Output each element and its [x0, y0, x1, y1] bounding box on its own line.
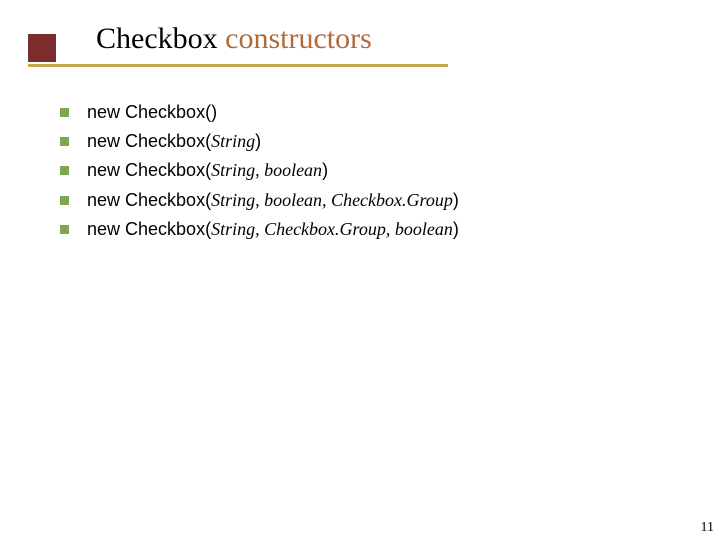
list-item: new Checkbox(String, Checkbox.Group, boo… — [60, 217, 680, 242]
bullet-icon — [60, 225, 69, 234]
sig-prefix: new Checkbox( — [87, 160, 211, 180]
bullet-list: new Checkbox() new Checkbox(String) new … — [60, 100, 680, 246]
sig-suffix: ) — [211, 102, 217, 122]
sig-suffix: ) — [453, 190, 459, 210]
title-decor-square — [28, 34, 56, 62]
sig-args: String, boolean, Checkbox.Group — [211, 190, 453, 210]
sig-args: String — [211, 131, 255, 151]
list-item: new Checkbox(String, boolean) — [60, 158, 680, 183]
constructor-signature: new Checkbox(String, boolean) — [87, 158, 328, 183]
sig-args: String, Checkbox.Group, boolean — [211, 219, 453, 239]
list-item: new Checkbox(String) — [60, 129, 680, 154]
constructor-signature: new Checkbox(String) — [87, 129, 261, 154]
bullet-icon — [60, 108, 69, 117]
title-part1: Checkbox — [96, 22, 218, 55]
constructor-signature: new Checkbox() — [87, 100, 217, 125]
sig-args: String, boolean — [211, 160, 322, 180]
slide: Checkbox constructors new Checkbox() new… — [0, 0, 720, 540]
constructor-signature: new Checkbox(String, Checkbox.Group, boo… — [87, 217, 459, 242]
sig-prefix: new Checkbox( — [87, 190, 211, 210]
sig-prefix: new Checkbox( — [87, 219, 211, 239]
title-underline — [28, 64, 448, 67]
bullet-icon — [60, 196, 69, 205]
sig-prefix: new Checkbox( — [87, 131, 211, 151]
constructor-signature: new Checkbox(String, boolean, Checkbox.G… — [87, 188, 459, 213]
title-part2: constructors — [218, 22, 372, 55]
slide-title: Checkbox constructors — [96, 22, 372, 56]
sig-prefix: new Checkbox( — [87, 102, 211, 122]
sig-suffix: ) — [453, 219, 459, 239]
sig-suffix: ) — [322, 160, 328, 180]
list-item: new Checkbox(String, boolean, Checkbox.G… — [60, 188, 680, 213]
list-item: new Checkbox() — [60, 100, 680, 125]
sig-suffix: ) — [255, 131, 261, 151]
page-number: 11 — [701, 520, 714, 536]
bullet-icon — [60, 137, 69, 146]
bullet-icon — [60, 166, 69, 175]
